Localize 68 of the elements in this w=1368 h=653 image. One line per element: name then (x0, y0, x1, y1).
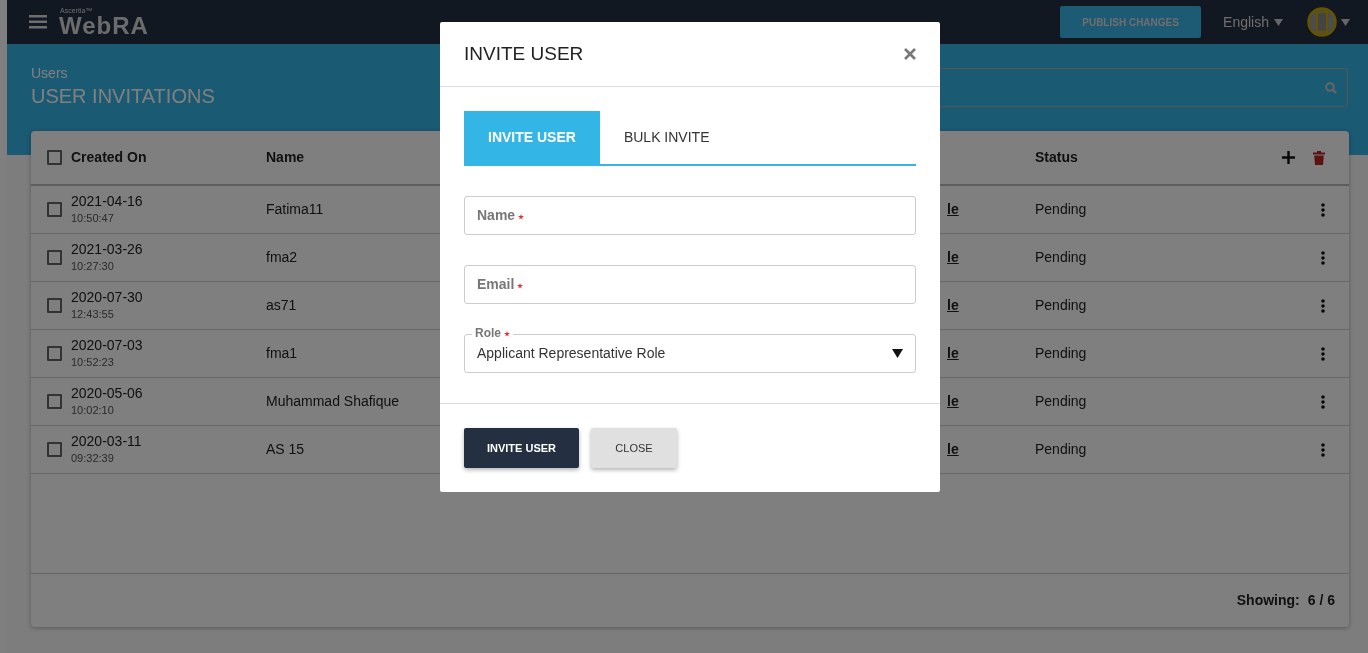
time-text: 10:02:10 (71, 402, 115, 418)
more-options-icon[interactable] (1321, 250, 1325, 265)
status-text: Pending (1035, 200, 1088, 219)
status-text: Pending (1035, 392, 1088, 411)
date-text: 2021-04-16 (71, 192, 144, 210)
time-text: 12:43:55 (71, 306, 115, 322)
time-text: 09:32:39 (71, 450, 115, 466)
role-link[interactable]: le (947, 295, 959, 316)
column-header[interactable]: Status (1035, 147, 1257, 168)
field-label: Email (477, 274, 524, 295)
table-cell-text: Muhammad Shafique (266, 392, 400, 411)
date-text: 2020-07-30 (71, 288, 144, 306)
avatar-icon (1307, 7, 1337, 37)
add-icon[interactable] (1282, 151, 1295, 164)
showing-count: 6 / 6 (1307, 591, 1335, 610)
status-text: Pending (1035, 344, 1088, 363)
checkbox[interactable] (47, 150, 62, 165)
more-options-icon[interactable] (1321, 394, 1325, 409)
role-link[interactable]: le (947, 391, 959, 412)
date-text: 2020-07-03 (71, 336, 144, 354)
checkbox[interactable] (47, 394, 62, 409)
more-options-icon[interactable] (1321, 298, 1325, 313)
status-text: Pending (1035, 440, 1088, 459)
page-title: USER INVITATIONS (31, 84, 215, 108)
time-text: 10:50:47 (71, 210, 115, 226)
date-text: 2021-03-26 (71, 240, 144, 258)
more-options-icon[interactable] (1321, 442, 1325, 457)
input-field[interactable]: Email (464, 265, 916, 304)
close-icon (904, 48, 916, 60)
checkbox[interactable] (47, 250, 62, 265)
app-logo: WebRA (59, 13, 149, 38)
trash-icon[interactable] (1313, 150, 1325, 165)
invite-button[interactable]: INVITE USER (464, 428, 579, 468)
more-options-icon[interactable] (1321, 202, 1325, 217)
time-text: 10:27:30 (71, 258, 115, 274)
checkbox[interactable] (47, 202, 62, 217)
column-header[interactable]: Created On (71, 147, 258, 168)
table-cell-text: Fatima11 (266, 200, 324, 219)
role-link[interactable]: le (947, 439, 959, 460)
caret-icon (1341, 18, 1350, 26)
caret-icon (892, 349, 903, 358)
table-cell-text: fma1 (266, 344, 298, 363)
modal-title: INVITE USER (464, 41, 584, 66)
checkbox[interactable] (47, 346, 62, 361)
role-link[interactable]: le (947, 343, 959, 364)
search-icon (1325, 81, 1337, 94)
table-cell-text: fma2 (266, 248, 298, 267)
close-button[interactable]: CLOSE (591, 428, 677, 468)
status-text: Pending (1035, 248, 1088, 267)
caret-icon (1274, 18, 1283, 26)
close-button[interactable] (904, 48, 916, 60)
status-text: Pending (1035, 296, 1088, 315)
role-link[interactable]: le (947, 247, 959, 268)
checkbox[interactable] (47, 298, 62, 313)
table-cell-text: AS 15 (266, 440, 305, 459)
date-text: 2020-03-11 (71, 432, 143, 450)
date-text: 2020-05-06 (71, 384, 144, 402)
language-dropdown[interactable]: English (1217, 10, 1289, 34)
user-menu[interactable] (1307, 7, 1350, 37)
role-link[interactable]: le (947, 199, 959, 220)
showing-label: Showing: (1236, 591, 1300, 610)
time-text: 10:52:23 (71, 354, 115, 370)
input-field[interactable]: Name (464, 196, 916, 235)
menu-icon[interactable] (29, 15, 47, 29)
field-label: Name (477, 205, 525, 226)
table-cell-text: as71 (266, 296, 297, 315)
more-options-icon[interactable] (1321, 346, 1325, 361)
checkbox[interactable] (47, 442, 62, 457)
